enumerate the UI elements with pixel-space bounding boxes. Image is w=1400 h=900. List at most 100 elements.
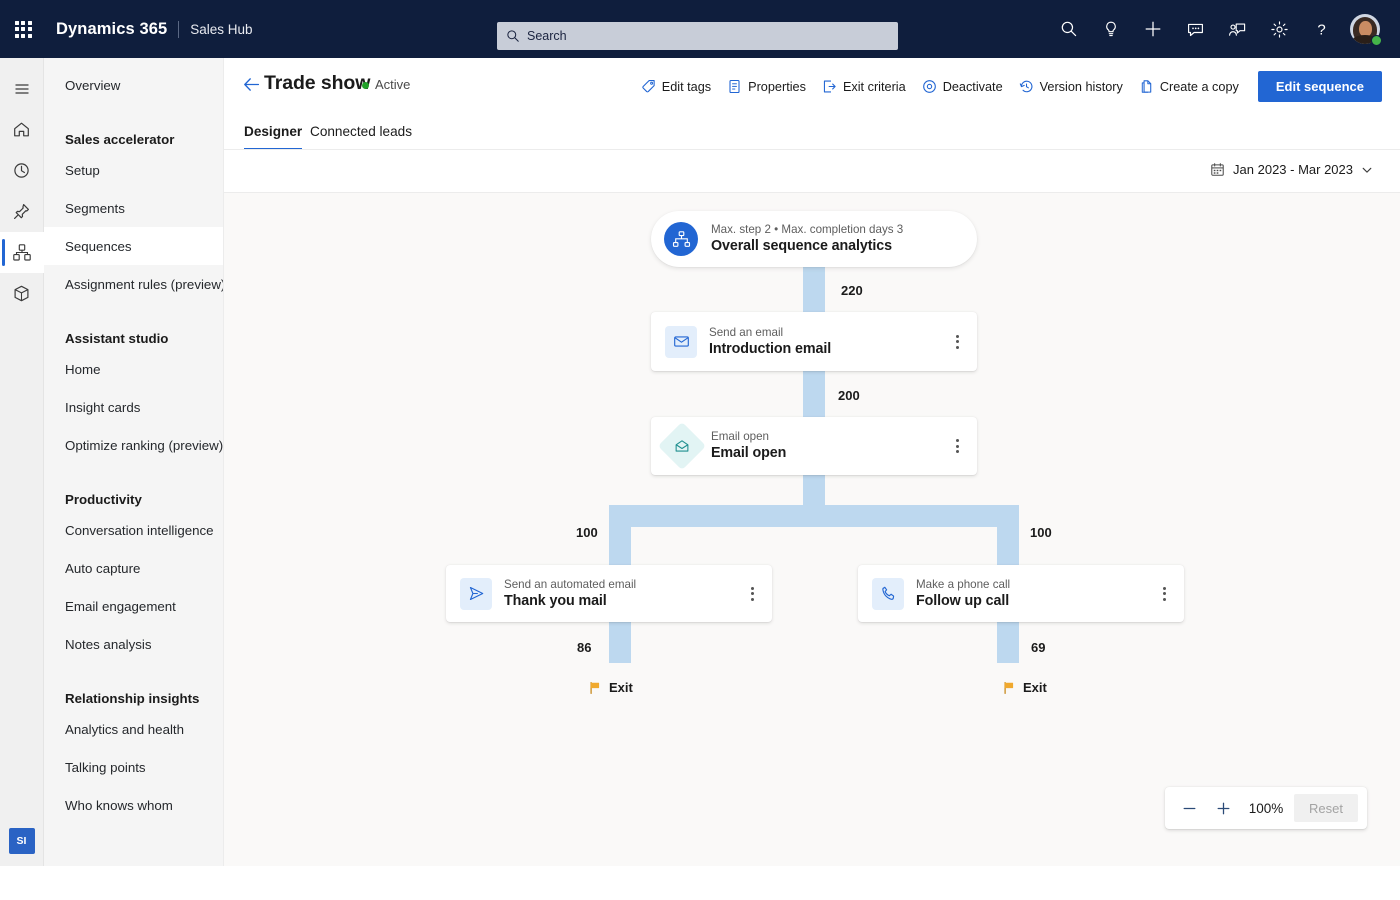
sidebar-item-overview[interactable]: Overview bbox=[44, 66, 223, 104]
package-icon[interactable] bbox=[0, 273, 44, 314]
tab-designer-label: Designer bbox=[244, 123, 303, 139]
brand-primary-label[interactable]: Dynamics 365 bbox=[56, 20, 167, 39]
user-avatar[interactable] bbox=[1342, 0, 1388, 58]
node-follow-up-call-more-options-icon[interactable] bbox=[1159, 583, 1170, 605]
sidebar-item-insight-cards[interactable]: Insight cards bbox=[44, 388, 223, 426]
properties-button[interactable]: Properties bbox=[719, 72, 814, 102]
sitemap-app-badge[interactable]: SI bbox=[8, 828, 35, 854]
tab-connected-leads[interactable]: Connected leads bbox=[310, 112, 412, 150]
calendar-icon bbox=[1211, 163, 1224, 176]
gear-icon[interactable] bbox=[1258, 0, 1300, 58]
node-overall-sequence-analytics[interactable]: Max. step 2 • Max. completion days 3 Ove… bbox=[651, 211, 977, 267]
zoom-reset-button[interactable]: Reset bbox=[1294, 794, 1358, 822]
create-a-copy-button[interactable]: Create a copy bbox=[1131, 72, 1247, 102]
plus-icon[interactable] bbox=[1132, 0, 1174, 58]
sidebar-item-who-knows-whom[interactable]: Who knows whom bbox=[44, 786, 223, 824]
connector-branch-right-corner bbox=[975, 505, 1019, 527]
node-introduction-email[interactable]: Send an email Introduction email bbox=[651, 312, 977, 371]
node-thank-you-mail[interactable]: Send an automated email Thank you mail bbox=[446, 565, 772, 622]
assistant-icon[interactable] bbox=[1216, 0, 1258, 58]
pinned-icon[interactable] bbox=[0, 191, 44, 232]
global-search-input[interactable]: Search bbox=[497, 22, 898, 50]
envelope-icon bbox=[665, 325, 697, 358]
top-navigation-bar: Dynamics 365 Sales Hub Search ? bbox=[0, 0, 1400, 58]
node-thank-you-mail-subtitle: Send an automated email bbox=[504, 577, 637, 591]
properties-icon bbox=[729, 79, 740, 94]
node-thank-you-mail-more-options-icon[interactable] bbox=[747, 583, 758, 605]
node-email-open[interactable]: Email open Email open bbox=[651, 417, 977, 475]
sidebar-item-conversation-intelligence[interactable]: Conversation intelligence bbox=[44, 511, 223, 549]
sidebar-item-analytics-and-health[interactable]: Analytics and health bbox=[44, 710, 223, 748]
copy-icon bbox=[1141, 80, 1152, 93]
help-icon[interactable]: ? bbox=[1300, 0, 1342, 58]
node-exit-right[interactable]: Exit bbox=[1002, 680, 1047, 695]
create-a-copy-label: Create a copy bbox=[1159, 79, 1239, 94]
sidebar-item-auto-capture[interactable]: Auto capture bbox=[44, 549, 223, 587]
exit-criteria-button[interactable]: Exit criteria bbox=[814, 72, 914, 102]
send-icon bbox=[460, 577, 492, 610]
zoom-in-button[interactable] bbox=[1208, 793, 1238, 823]
flag-icon bbox=[590, 681, 600, 694]
edit-tags-button[interactable]: Edit tags bbox=[633, 72, 719, 102]
deactivate-button[interactable]: Deactivate bbox=[914, 72, 1011, 102]
home-icon[interactable] bbox=[0, 109, 44, 150]
edge-label-86: 86 bbox=[577, 640, 592, 655]
back-arrow-icon[interactable] bbox=[242, 75, 261, 99]
deactivate-icon bbox=[922, 80, 936, 93]
node-email-open-subtitle: Email open bbox=[711, 430, 770, 443]
deactivate-label: Deactivate bbox=[942, 79, 1003, 94]
hierarchy-icon bbox=[664, 222, 698, 256]
sidebar-item-optimize-ranking-preview[interactable]: Optimize ranking (preview) bbox=[44, 426, 223, 464]
connector-branch-left-corner bbox=[609, 505, 653, 527]
connector-emailopen-stub bbox=[803, 475, 825, 505]
connector-followup-to-exit bbox=[997, 622, 1019, 663]
tab-designer[interactable]: Designer bbox=[244, 112, 303, 150]
status-dot bbox=[362, 82, 369, 89]
menu-icon[interactable] bbox=[0, 68, 44, 109]
date-range-label: Jan 2023 - Mar 2023 bbox=[1233, 162, 1353, 177]
sidebar-item-segments[interactable]: Segments bbox=[44, 189, 223, 227]
flag-icon bbox=[1004, 681, 1014, 694]
app-launcher-waffle-icon[interactable] bbox=[0, 0, 46, 58]
node-introduction-email-more-options-icon[interactable] bbox=[952, 331, 963, 353]
connector-thankyou-to-exit bbox=[609, 622, 631, 663]
date-range-filter[interactable]: Jan 2023 - Mar 2023 bbox=[1206, 159, 1377, 180]
lightbulb-icon[interactable] bbox=[1090, 0, 1132, 58]
exit-criteria-icon bbox=[823, 80, 836, 93]
connector-overall-to-intro bbox=[803, 266, 825, 312]
zoom-level-label: 100% bbox=[1248, 800, 1284, 816]
sitemap-group-header: Productivity bbox=[65, 492, 142, 507]
sidebar-item-setup[interactable]: Setup bbox=[44, 151, 223, 189]
command-bar: Edit tags Properties Exit criteria Deact… bbox=[633, 71, 1382, 102]
sidebar-item-notes-analysis[interactable]: Notes analysis bbox=[44, 625, 223, 663]
sidebar-item-sales-accelerator[interactable] bbox=[0, 232, 44, 273]
sidebar-item-email-engagement[interactable]: Email engagement bbox=[44, 587, 223, 625]
sidebar-item-home[interactable]: Home bbox=[44, 350, 223, 388]
node-introduction-email-subtitle: Send an email bbox=[709, 325, 784, 339]
left-icon-rail: SI bbox=[0, 58, 44, 866]
sidebar-item-talking-points[interactable]: Talking points bbox=[44, 748, 223, 786]
sidebar-item-sequences[interactable]: Sequences bbox=[44, 227, 223, 265]
sidebar-item-assignment-rules-preview[interactable]: Assignment rules (preview) bbox=[44, 265, 223, 303]
edit-sequence-button[interactable]: Edit sequence bbox=[1257, 71, 1382, 102]
node-exit-left[interactable]: Exit bbox=[588, 680, 633, 695]
recent-icon[interactable] bbox=[0, 150, 44, 191]
sitemap-group-header: Relationship insights bbox=[65, 691, 200, 706]
node-overall-title: Overall sequence analytics bbox=[711, 238, 892, 254]
zoom-out-button[interactable] bbox=[1174, 793, 1204, 823]
sitemap-gap bbox=[44, 663, 223, 676]
sitemap-group-header: Assistant studio bbox=[65, 331, 169, 346]
search-icon[interactable] bbox=[1048, 0, 1090, 58]
feedback-icon[interactable] bbox=[1174, 0, 1216, 58]
zoom-control-panel: 100% Reset bbox=[1165, 787, 1367, 829]
node-email-open-more-options-icon[interactable] bbox=[952, 435, 963, 457]
filter-row: Jan 2023 - Mar 2023 bbox=[224, 150, 1400, 192]
chevron-down-icon bbox=[1362, 167, 1372, 173]
sales-accelerator-icon bbox=[12, 243, 31, 261]
bottom-strip bbox=[0, 866, 1400, 900]
sequence-designer-canvas[interactable]: 220 200 100 100 86 69 Max. step 2 • Max.… bbox=[224, 193, 1400, 866]
node-follow-up-call[interactable]: Make a phone call Follow up call bbox=[858, 565, 1184, 622]
brand-secondary-label[interactable]: Sales Hub bbox=[190, 22, 252, 37]
version-history-button[interactable]: Version history bbox=[1011, 72, 1131, 102]
exit-criteria-label: Exit criteria bbox=[842, 79, 906, 94]
